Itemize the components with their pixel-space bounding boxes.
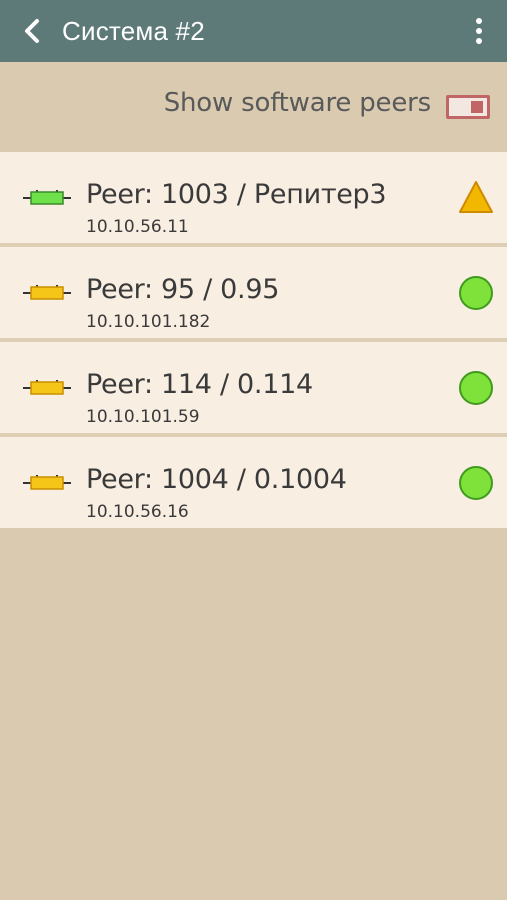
- software-peers-label: Show software peers: [163, 88, 431, 118]
- peer-list: Peer: 1003 / Репитер3 10.10.56.11 Peer: …: [0, 152, 507, 528]
- peer-list-item[interactable]: Peer: 1004 / 0.1004 10.10.56.16: [0, 437, 507, 528]
- peer-name: Peer: 1003 / Репитер3: [86, 179, 387, 210]
- ok-circle-icon: [459, 466, 493, 500]
- more-vert-icon: [476, 18, 482, 44]
- page-title: Система #2: [62, 16, 205, 46]
- ok-circle-icon: [459, 371, 493, 405]
- peer-name: Peer: 95 / 0.95: [86, 274, 280, 305]
- chevron-left-icon: [25, 19, 39, 43]
- warning-triangle-icon: [459, 181, 493, 213]
- device-icon: [23, 285, 71, 300]
- ok-circle-icon: [459, 276, 493, 310]
- device-icon: [23, 380, 71, 395]
- device-icon: [23, 190, 71, 205]
- peer-list-item[interactable]: Peer: 95 / 0.95 10.10.101.182: [0, 247, 507, 342]
- toggle-knob: [471, 101, 483, 113]
- app-bar: Система #2: [0, 0, 507, 62]
- software-peers-toggle-row: Show software peers: [0, 62, 507, 152]
- back-button[interactable]: [10, 9, 54, 53]
- software-peers-toggle[interactable]: [446, 95, 490, 119]
- peer-list-item[interactable]: Peer: 114 / 0.114 10.10.101.59: [0, 342, 507, 437]
- peer-ip: 10.10.101.59: [86, 407, 200, 427]
- peer-name: Peer: 114 / 0.114: [86, 369, 313, 400]
- peer-ip: 10.10.56.16: [86, 502, 189, 522]
- peer-name: Peer: 1004 / 0.1004: [86, 464, 347, 495]
- peer-ip: 10.10.56.11: [86, 217, 189, 237]
- overflow-menu-button[interactable]: [459, 9, 499, 53]
- peer-ip: 10.10.101.182: [86, 312, 211, 332]
- device-icon: [23, 475, 71, 490]
- peer-list-item[interactable]: Peer: 1003 / Репитер3 10.10.56.11: [0, 152, 507, 247]
